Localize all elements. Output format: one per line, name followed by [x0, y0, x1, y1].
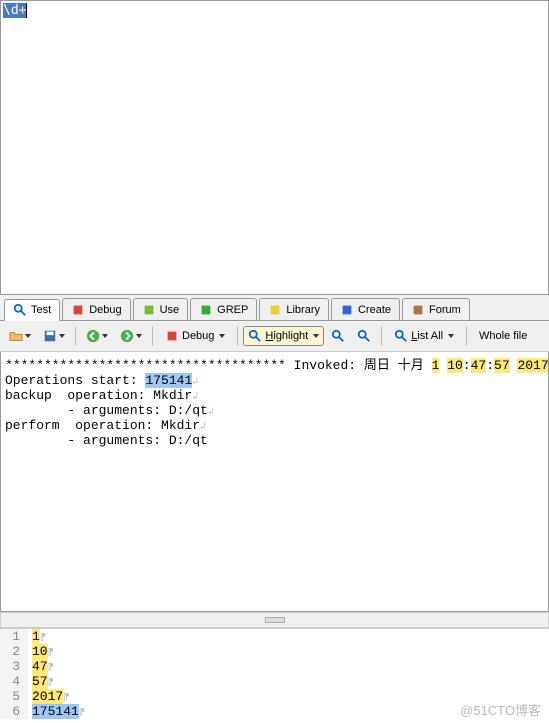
horizontal-scrollbar[interactable]	[0, 612, 549, 628]
invoked-day: 周日	[364, 358, 390, 373]
match-m: 47	[471, 358, 487, 373]
separator	[237, 326, 238, 346]
tab-create[interactable]: Create	[331, 298, 400, 320]
arrow-left-icon	[86, 329, 100, 343]
line-number: 4	[0, 674, 28, 689]
match-value: 10	[32, 644, 48, 659]
list-item[interactable]: 5 2017⁋	[0, 689, 549, 704]
debug-label: Debug	[182, 330, 214, 342]
folder-open-icon	[9, 329, 23, 343]
match-value: 57	[32, 674, 48, 689]
tab-label: GREP	[217, 304, 248, 316]
zoom-out-icon	[357, 329, 371, 343]
toolbar: Debug Highlight List All Whole file	[0, 321, 549, 352]
zoom-out-button[interactable]	[352, 325, 376, 347]
highlight-label: Highlight	[265, 330, 308, 342]
matches-panel[interactable]: 11⁋ 210⁋ 347⁋ 457⁋ 52017⁋ 6175141⁋	[0, 628, 549, 723]
match-h: 10	[447, 358, 463, 373]
separator	[381, 326, 382, 346]
line-number: 3	[0, 659, 28, 674]
tab-label: Test	[31, 304, 51, 316]
tab-use[interactable]: Use	[133, 298, 189, 320]
search-icon	[13, 303, 27, 317]
line-number: 1	[0, 629, 28, 644]
line5: perform operation: Mkdir	[5, 418, 200, 433]
result-stars: ************************************	[5, 358, 286, 373]
match-value: 2017	[32, 689, 63, 704]
forum-icon	[411, 303, 425, 317]
line-end-icon: ⁋	[63, 693, 69, 704]
tab-forum[interactable]: Forum	[402, 298, 470, 320]
match-d: 1	[432, 358, 440, 373]
tab-debug[interactable]: Debug	[62, 298, 130, 320]
search-icon	[394, 329, 408, 343]
save-button[interactable]	[38, 325, 70, 347]
tab-bar: Test Debug Use GREP Library Create Forum	[0, 295, 549, 321]
line-end-icon: ⁋	[48, 678, 54, 689]
open-button[interactable]	[4, 325, 36, 347]
match-value: 175141	[32, 704, 79, 719]
line4: - arguments: D:/qt	[5, 403, 208, 418]
debug-button[interactable]: Debug	[158, 326, 232, 346]
invoked-month: 十月	[398, 358, 424, 373]
grep-icon	[199, 303, 213, 317]
match-value: 1	[32, 629, 40, 644]
tab-label: Debug	[89, 304, 121, 316]
tab-library[interactable]: Library	[259, 298, 329, 320]
whole-file-label[interactable]: Whole file	[472, 327, 534, 345]
match-s: 57	[494, 358, 510, 373]
forward-button[interactable]	[115, 325, 147, 347]
line-number: 2	[0, 644, 28, 659]
list-item[interactable]: 4 57⁋	[0, 674, 549, 689]
back-button[interactable]	[81, 325, 113, 347]
separator	[152, 326, 153, 346]
line-end-icon: ⁋	[40, 633, 46, 644]
list-all-label: List All	[411, 330, 443, 342]
match-y: 2017	[517, 358, 548, 373]
match-value: 47	[32, 659, 48, 674]
line-end-icon: ⁋	[48, 648, 54, 659]
separator	[466, 326, 467, 346]
list-item[interactable]: 6 175141⁋	[0, 704, 549, 719]
save-icon	[43, 329, 57, 343]
list-item[interactable]: 2 10⁋	[0, 644, 549, 659]
debug-icon	[71, 303, 85, 317]
match-start: 175141	[145, 373, 192, 388]
list-all-button[interactable]: List All	[387, 326, 461, 346]
list-item[interactable]: 11⁋	[0, 629, 549, 644]
list-item[interactable]: 3 47⁋	[0, 659, 549, 674]
tab-label: Use	[160, 304, 180, 316]
tab-test[interactable]: Test	[4, 299, 60, 321]
regex-text: \d+	[3, 3, 26, 18]
search-icon	[248, 329, 262, 343]
regex-editor[interactable]: \d+	[0, 0, 549, 295]
tab-label: Create	[358, 304, 391, 316]
library-icon	[268, 303, 282, 317]
line-end-icon: ↲	[192, 392, 198, 403]
use-icon	[142, 303, 156, 317]
tab-label: Forum	[429, 304, 461, 316]
separator	[75, 326, 76, 346]
line-number: 5	[0, 689, 28, 704]
create-icon	[340, 303, 354, 317]
line3: backup operation: Mkdir	[5, 388, 192, 403]
line-end-icon: ⁋	[48, 663, 54, 674]
line2a: Operations start:	[5, 373, 138, 388]
line6: - arguments: D:/qt	[5, 433, 208, 448]
zoom-in-button[interactable]	[326, 325, 350, 347]
line-end-icon: ⁋	[79, 708, 85, 719]
line-end-icon: ↲	[192, 377, 198, 388]
line-end-icon: ↲	[200, 422, 206, 433]
debug-icon	[165, 329, 179, 343]
tab-grep[interactable]: GREP	[190, 298, 257, 320]
scrollbar-thumb[interactable]	[265, 617, 285, 623]
line-number: 6	[0, 704, 28, 719]
highlight-button[interactable]: Highlight	[243, 326, 324, 346]
tab-label: Library	[286, 304, 320, 316]
result-panel[interactable]: ************************************ Inv…	[0, 352, 549, 612]
line-end-icon: ↲	[208, 407, 214, 418]
zoom-in-icon	[331, 329, 345, 343]
arrow-right-icon	[120, 329, 134, 343]
invoked-label: Invoked:	[294, 358, 356, 373]
